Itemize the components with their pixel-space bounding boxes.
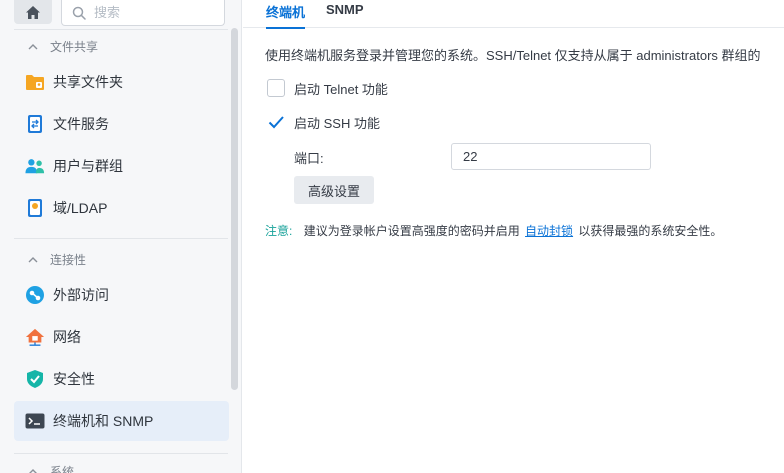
section-title: 系统 [50, 464, 75, 473]
shield-icon [25, 369, 45, 389]
tab-bar: 终端机 SNMP [243, 0, 784, 29]
search-input[interactable] [94, 5, 214, 20]
sidebar-scrollbar[interactable] [231, 28, 238, 390]
chevron-up-icon [28, 468, 38, 473]
section-title: 连接性 [50, 252, 87, 267]
tab-snmp[interactable]: SNMP [326, 0, 364, 28]
section-header-system[interactable]: 系统 [28, 461, 74, 473]
sidebar-item-label: 外部访问 [53, 287, 109, 303]
sidebar-item-label: 共享文件夹 [53, 74, 123, 90]
sidebar-item-label: 用户与群组 [53, 158, 123, 174]
tab-label: SNMP [326, 2, 364, 17]
sidebar-item-domain-ldap[interactable]: 域/LDAP [14, 188, 229, 228]
ssh-checkbox[interactable] [267, 113, 285, 131]
chevron-up-icon [28, 256, 38, 263]
domain-icon [25, 198, 45, 218]
ssh-option[interactable]: 启动 SSH 功能 [267, 112, 380, 132]
divider [14, 238, 228, 239]
sidebar-item-shared-folder[interactable]: 共享文件夹 [14, 62, 229, 102]
sidebar-item-file-services[interactable]: 文件服务 [14, 104, 229, 144]
search-icon [72, 6, 86, 20]
tab-terminal[interactable]: 终端机 [266, 0, 306, 29]
sidebar-item-label: 终端机和 SNMP [53, 413, 154, 429]
sidebar-item-external-access[interactable]: 外部访问 [14, 275, 229, 315]
section-header-file-sharing[interactable]: 文件共享 [28, 36, 98, 56]
network-icon [25, 327, 45, 347]
sidebar-item-label: 网络 [53, 329, 81, 345]
auto-block-link[interactable]: 自动封锁 [525, 224, 573, 238]
sidebar-item-label: 安全性 [53, 371, 95, 387]
sidebar-item-terminal-snmp[interactable]: 终端机和 SNMP [14, 401, 229, 441]
folder-icon [25, 72, 45, 92]
note-label: 注意: [265, 224, 293, 238]
home-button[interactable] [14, 0, 52, 24]
ssh-label: 启动 SSH 功能 [294, 115, 380, 131]
port-input[interactable] [451, 143, 651, 170]
sidebar-item-label: 域/LDAP [53, 200, 108, 216]
sidebar-item-security[interactable]: 安全性 [14, 359, 229, 399]
sidebar-item-users-groups[interactable]: 用户与群组 [14, 146, 229, 186]
section-title: 文件共享 [50, 39, 99, 54]
terminal-icon [25, 411, 45, 431]
port-label: 端口: [294, 151, 324, 166]
file-services-icon [25, 114, 45, 134]
section-header-connectivity[interactable]: 连接性 [28, 249, 86, 269]
note: 注意: 建议为登录帐户设置高强度的密码并启用 自动封锁 以获得最强的系统安全性。 [265, 222, 722, 239]
tab-label: 终端机 [266, 5, 306, 20]
external-access-icon [25, 285, 45, 305]
description-text: 使用终端机服务登录并管理您的系统。SSH/Telnet 仅支持从属于 admin… [265, 48, 761, 63]
telnet-option[interactable]: 启动 Telnet 功能 [267, 78, 388, 98]
note-text-before: 建议为登录帐户设置高强度的密码并启用 [303, 224, 520, 238]
search-box[interactable] [61, 0, 225, 26]
divider [14, 29, 228, 30]
app-window: 文件共享 共享文件夹 文件服务 [0, 0, 784, 473]
chevron-up-icon [28, 43, 38, 50]
sidebar: 文件共享 共享文件夹 文件服务 [0, 0, 242, 473]
divider [14, 453, 228, 454]
checkmark-icon [268, 116, 284, 129]
telnet-checkbox[interactable] [267, 79, 285, 97]
users-icon [25, 156, 45, 176]
note-text-after: 以获得最强的系统安全性。 [578, 224, 723, 238]
advanced-settings-button[interactable]: 高级设置 [294, 176, 374, 204]
main-panel: 终端机 SNMP 使用终端机服务登录并管理您的系统。SSH/Telnet 仅支持… [243, 0, 784, 473]
telnet-label: 启动 Telnet 功能 [294, 81, 388, 97]
sidebar-item-network[interactable]: 网络 [14, 317, 229, 357]
home-icon [26, 5, 40, 19]
sidebar-item-label: 文件服务 [53, 116, 109, 132]
